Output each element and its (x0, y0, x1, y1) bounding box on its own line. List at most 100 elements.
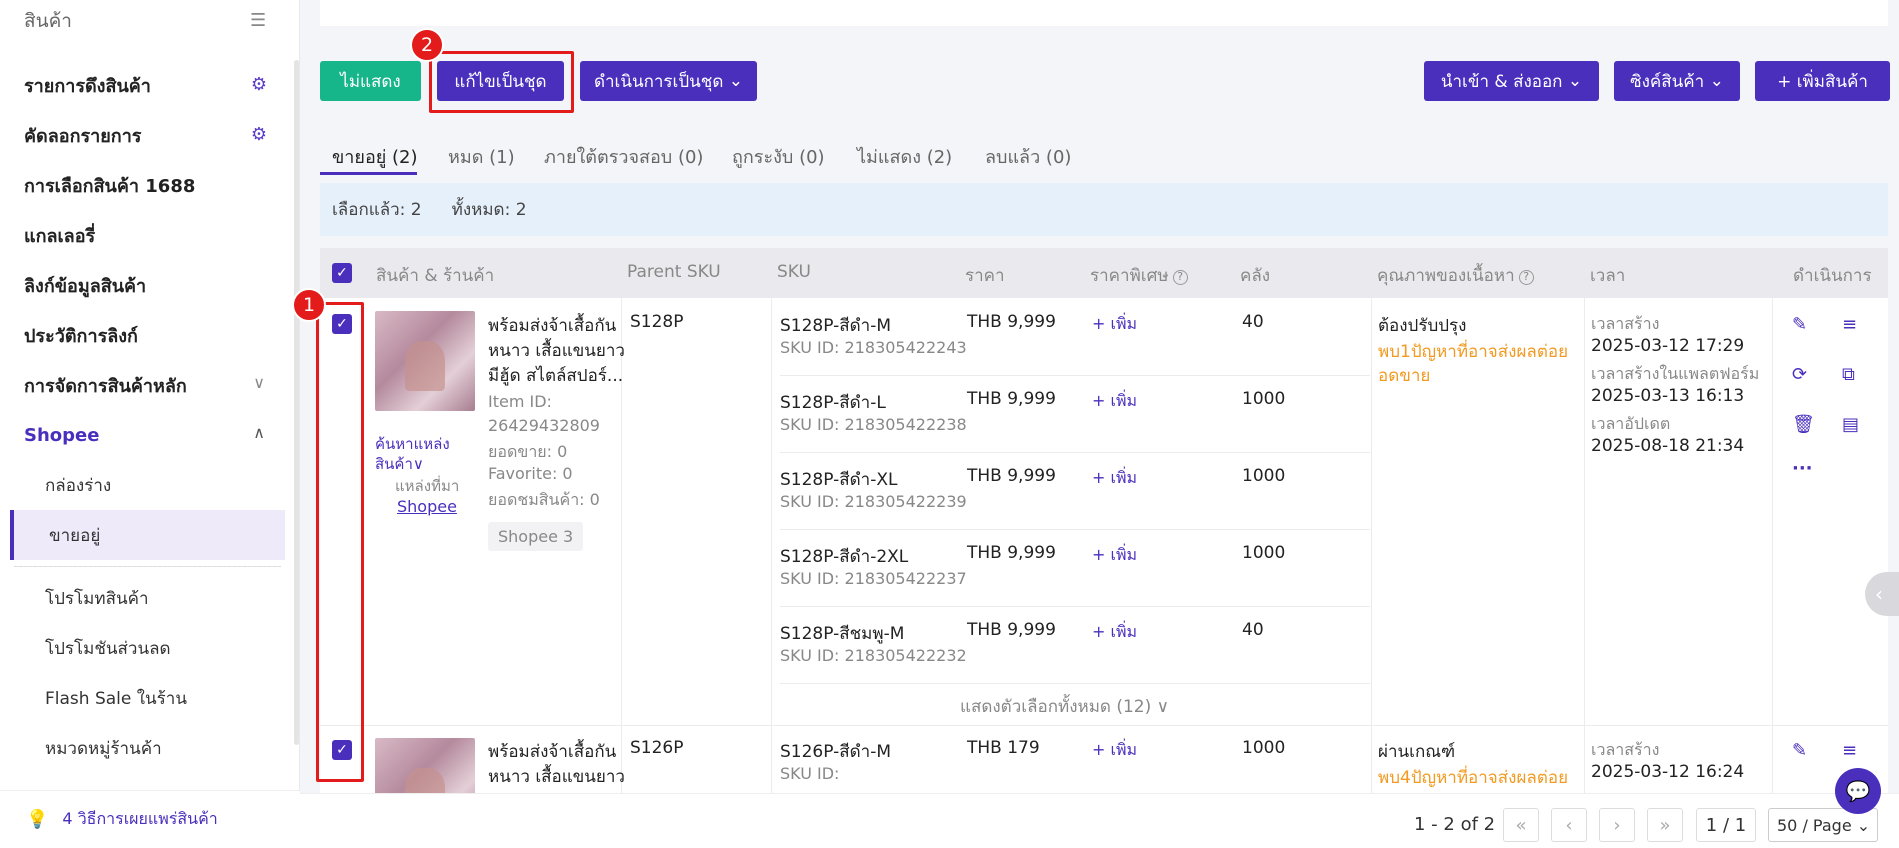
add-special-price-link[interactable]: + เพิ่ม (1092, 312, 1137, 337)
show-all-variants-link[interactable]: แสดงตัวเลือกทั้งหมด (12) ∨ (960, 693, 1169, 720)
delete-icon[interactable]: 🗑 (1792, 414, 1815, 435)
sidebar-item-pull-products[interactable]: รายการดึงสินค้า ⚙ (0, 60, 295, 110)
quality-issue-link[interactable]: พบ4ปัญหาที่อาจส่งผลต่อย (1378, 764, 1568, 791)
sidebar-item-1688[interactable]: การเลือกสินค้า 1688 (0, 160, 295, 210)
bulk-action-label: ดำเนินการเป็นชุด (593, 71, 724, 92)
tab-under-review[interactable]: ภายใต้ตรวจสอบ (0) (544, 142, 703, 171)
sidebar-footer-link[interactable]: 💡 4 วิธีการเผยแพร่สินค้า (0, 790, 300, 848)
sync-icon[interactable]: ⟳ (1792, 364, 1807, 385)
variant-sku-id: SKU ID: 218305422238 (780, 415, 967, 434)
hide-button[interactable]: ไม่แสดง (320, 61, 421, 101)
variant-sku-id: SKU ID: 218305422237 (780, 569, 967, 588)
sidebar-item-gallery[interactable]: แกลเลอรี่ (0, 210, 295, 260)
tab-out-of-stock[interactable]: หมด (1) (448, 142, 515, 171)
product-title-line1[interactable]: พร้อมส่งจ้าเสื้อกัน (488, 738, 616, 765)
notes-icon[interactable]: ▤ (1842, 414, 1859, 435)
sidebar-item-copy-list[interactable]: คัดลอกรายการ ⚙ (0, 110, 295, 160)
last-page-button[interactable]: » (1647, 808, 1683, 842)
tab-suspended[interactable]: ถูกระงับ (0) (732, 142, 825, 171)
chevron-down-icon: ⌄ (1567, 71, 1583, 91)
add-special-price-link[interactable]: + เพิ่ม (1092, 466, 1137, 491)
gear-icon[interactable]: ⚙ (251, 124, 267, 145)
sidebar-sub-flash-sale[interactable]: Flash Sale ในร้าน (0, 673, 295, 723)
sidebar-item-product-link[interactable]: ลิงก์ข้อมูลสินค้า (0, 260, 295, 310)
variant-stock[interactable]: 40 (1242, 620, 1264, 640)
bulk-action-button[interactable]: ดำเนินการเป็นชุด ⌄ (580, 61, 757, 101)
variant-price[interactable]: THB 9,999 (967, 466, 1056, 486)
tab-deleted[interactable]: ลบแล้ว (0) (985, 142, 1071, 171)
product-title-line2[interactable]: หนาว เสื้อแขนยาว (488, 763, 625, 790)
sidebar-item-label: ประวัติการลิงก์ (24, 325, 138, 347)
quality-issue-link-line2[interactable]: อดขาย (1378, 362, 1430, 389)
product-title-line3[interactable]: มีฮู้ด สไตล์สปอร์... (488, 362, 623, 389)
chat-icon[interactable]: 💬 (1835, 768, 1881, 814)
sync-products-button[interactable]: ซิงค์สินค้า ⌄ (1614, 61, 1740, 101)
created-label: เวลาสร้าง (1591, 740, 1660, 759)
source-link[interactable]: Shopee (397, 497, 457, 516)
add-special-price-link[interactable]: + เพิ่ม (1092, 389, 1137, 414)
variant-price[interactable]: THB 9,999 (967, 389, 1056, 409)
find-source-link-line2[interactable]: สินค้า∨ (375, 452, 424, 476)
variant-price[interactable]: THB 179 (967, 738, 1040, 758)
select-all-checkbox[interactable]: ✓ (332, 263, 352, 283)
col-divider (771, 726, 772, 793)
sidebar-sub-drafts[interactable]: กล่องร่าง (0, 460, 295, 510)
add-special-price-link[interactable]: + เพิ่ม (1092, 543, 1137, 568)
page-indicator[interactable]: 1 / 1 (1696, 808, 1756, 842)
callout-badge-2: 2 (410, 28, 444, 62)
variant-divider (780, 375, 1370, 376)
product-title-line1[interactable]: พร้อมส่งจ้าเสื้อกัน (488, 312, 616, 339)
variant-price[interactable]: THB 9,999 (967, 543, 1056, 563)
variant-price[interactable]: THB 9,999 (967, 620, 1056, 640)
add-special-price-link[interactable]: + เพิ่ม (1092, 620, 1137, 645)
more-icon[interactable]: ··· (1792, 458, 1813, 479)
sidebar-item-label: ลิงก์ข้อมูลสินค้า (24, 275, 147, 297)
variant-price[interactable]: THB 9,999 (967, 312, 1056, 332)
next-page-button[interactable]: › (1599, 808, 1635, 842)
copy-icon[interactable]: ⧉ (1842, 364, 1855, 385)
variant-stock[interactable]: 1000 (1242, 543, 1285, 563)
sort-list-icon[interactable]: ≡ (1842, 740, 1857, 761)
add-product-button[interactable]: + เพิ่มสินค้า (1755, 61, 1890, 101)
gear-icon[interactable]: ⚙ (251, 74, 267, 95)
prev-page-button[interactable]: ‹ (1551, 808, 1587, 842)
item-id-label: Item ID: (488, 392, 552, 411)
sidebar-scrollbar[interactable] (294, 60, 299, 745)
sidebar-sub-label: โปรโมชันส่วนลด (45, 638, 171, 659)
edit-icon[interactable]: ✎ (1792, 314, 1807, 335)
product-table: ✓ พร้อมส่งจ้าเสื้อกัน หนาว เสื้อแขนยาว ม… (320, 298, 1888, 793)
tab-hidden[interactable]: ไม่แสดง (2) (857, 142, 952, 171)
created-label: เวลาสร้าง (1591, 314, 1660, 333)
tab-selling[interactable]: ขายอยู่ (2) (332, 142, 418, 171)
col-divider (1584, 298, 1585, 726)
sidebar-item-link-history[interactable]: ประวัติการลิงก์ (0, 310, 295, 360)
product-thumbnail[interactable] (375, 311, 475, 411)
product-title-line2[interactable]: หนาว เสื้อแขนยาว (488, 337, 625, 364)
product-thumbnail[interactable] (375, 738, 475, 793)
item-id: 26429432809 (488, 416, 600, 435)
sidebar-item-shopee[interactable]: Shopee ∧ (0, 410, 295, 460)
sidebar-sub-selling[interactable]: ขายอยู่ (10, 510, 285, 560)
collapse-menu-icon[interactable]: ☰ (250, 10, 272, 31)
edit-icon[interactable]: ✎ (1792, 740, 1807, 761)
import-export-button[interactable]: นำเข้า & ส่งออก ⌄ (1424, 61, 1599, 101)
sidebar-sub-shop-categories[interactable]: หมวดหมู่ร้านค้า (0, 723, 295, 773)
help-icon[interactable]: ? (1172, 270, 1188, 285)
help-icon[interactable]: ? (1518, 270, 1534, 285)
import-export-label: นำเข้า & ส่งออก (1440, 71, 1563, 92)
first-page-button[interactable]: « (1503, 808, 1539, 842)
sidebar-item-master-products[interactable]: การจัดการสินค้าหลัก ∨ (0, 360, 295, 410)
quality-issue-link[interactable]: พบ1ปัญหาที่อาจส่งผลต่อย (1378, 338, 1568, 365)
callout-badge-1: 1 (292, 288, 326, 322)
sort-list-icon[interactable]: ≡ (1842, 314, 1857, 335)
col-actions: ดำเนินการ (1793, 266, 1872, 286)
variant-stock[interactable]: 1000 (1242, 738, 1285, 758)
add-special-price-link[interactable]: + เพิ่ม (1092, 738, 1137, 763)
variant-stock[interactable]: 1000 (1242, 466, 1285, 486)
sidebar-sub-discount[interactable]: โปรโมชันส่วนลด (0, 623, 295, 673)
variant-stock[interactable]: 40 (1242, 312, 1264, 332)
variant-divider (780, 606, 1370, 607)
variant-stock[interactable]: 1000 (1242, 389, 1285, 409)
updated-label: เวลาอัปเดต (1591, 414, 1671, 433)
sidebar-sub-promote[interactable]: โปรโมทสินค้า (0, 573, 295, 623)
